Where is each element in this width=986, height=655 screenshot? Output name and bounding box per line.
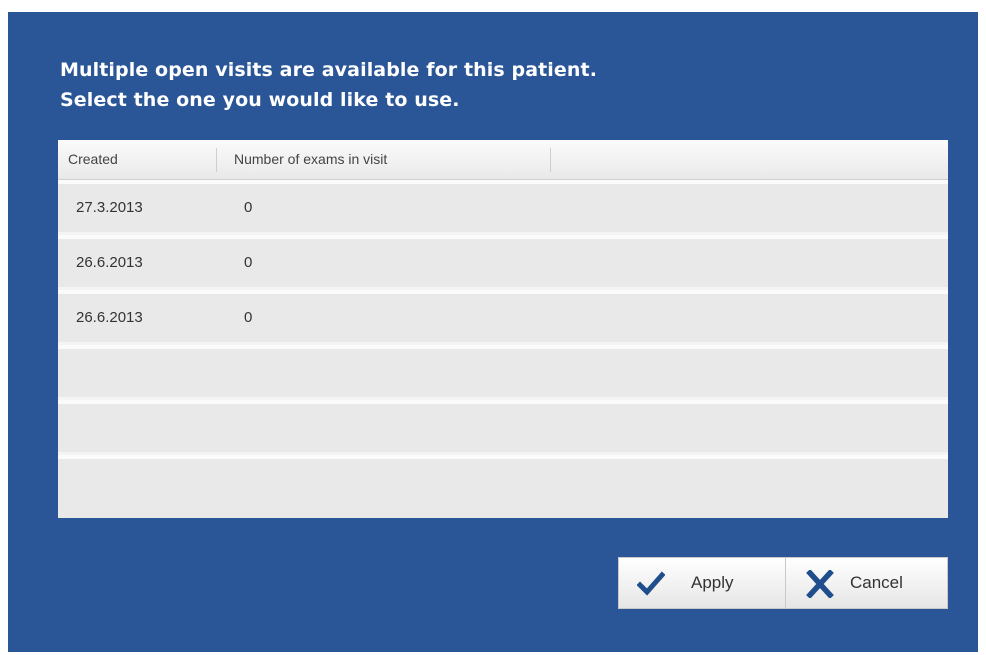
table-row-empty <box>58 455 948 518</box>
grid-header: Created Number of exams in visit <box>58 140 948 180</box>
message-line-1: Multiple open visits are available for t… <box>60 59 598 81</box>
checkmark-icon <box>637 571 665 596</box>
column-separator[interactable] <box>550 148 551 172</box>
cancel-button-label: Cancel <box>850 573 903 592</box>
apply-button-label: Apply <box>691 573 734 592</box>
table-row[interactable]: 26.6.2013 0 <box>58 290 948 342</box>
message-line-2: Select the one you would like to use. <box>60 89 460 111</box>
apply-button[interactable]: Apply <box>618 557 786 609</box>
dialog-message: Multiple open visits are available for t… <box>60 55 597 115</box>
x-icon <box>806 570 834 598</box>
cell-exam-count: 0 <box>244 254 253 271</box>
table-row-empty <box>58 400 948 452</box>
table-row-empty <box>58 345 948 397</box>
cell-created: 27.3.2013 <box>76 199 143 216</box>
visits-grid: Created Number of exams in visit 27.3.20… <box>58 140 948 518</box>
cell-exam-count: 0 <box>244 309 253 326</box>
cell-exam-count: 0 <box>244 199 253 216</box>
column-header-exam-count[interactable]: Number of exams in visit <box>234 140 387 179</box>
column-header-created[interactable]: Created <box>68 140 118 179</box>
column-separator[interactable] <box>216 148 217 172</box>
cell-created: 26.6.2013 <box>76 309 143 326</box>
visit-selection-dialog: Multiple open visits are available for t… <box>8 12 978 652</box>
table-row[interactable]: 26.6.2013 0 <box>58 235 948 287</box>
cell-created: 26.6.2013 <box>76 254 143 271</box>
table-row[interactable]: 27.3.2013 0 <box>58 180 948 232</box>
cancel-button[interactable]: Cancel <box>785 557 948 609</box>
